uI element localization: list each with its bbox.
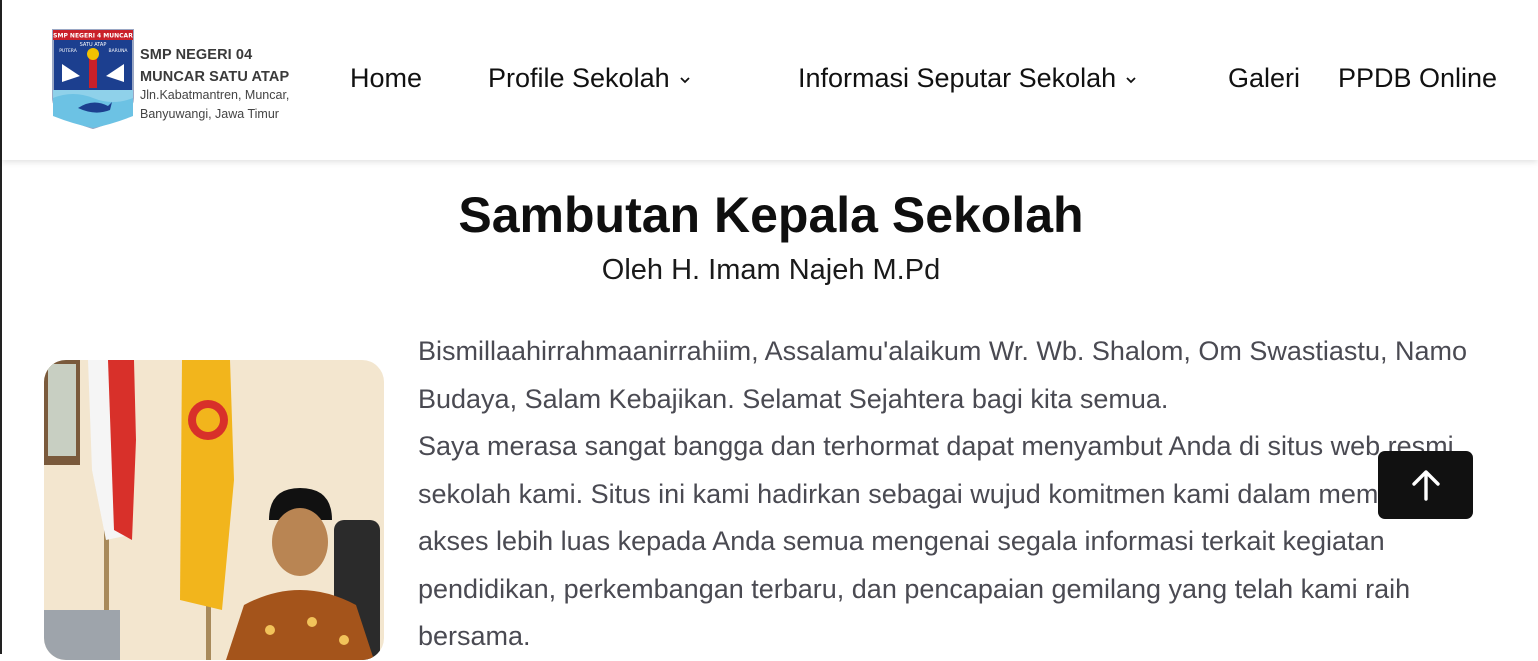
nav-ppdb-label: PPDB Online [1338,63,1498,93]
logo-top-text: SMP NEGERI 4 MUNCAR [53,33,133,40]
nav-profile-sekolah-label: Profile Sekolah [488,63,670,93]
scroll-to-top-button[interactable] [1378,451,1473,519]
address-line2: Banyuwangi, Jawa Timur [140,107,279,121]
welcome-message: Bismillaahirrahmaanirrahiim, Assalamu'al… [418,328,1518,661]
school-logo-icon[interactable]: SMP NEGERI 4 MUNCAR SATU ATAP PUTERA BAR… [50,28,136,130]
nav-ppdb-online[interactable]: PPDB Online [1338,60,1497,96]
welcome-paragraph-2: Saya merasa sangat bangga dan terhormat … [418,431,1467,651]
page-title: Sambutan Kepala Sekolah [458,187,1084,243]
school-name: SMP NEGERI 04 MUNCAR SATU ATAP [140,44,289,88]
school-name-line1: SMP NEGERI 04 [140,47,253,63]
arrow-up-icon [1411,470,1440,501]
logo-left-word: PUTERA [59,48,78,54]
nav-informasi-seputar-sekolah[interactable]: Informasi Seputar Sekolah [798,60,1138,96]
nav-informasi-label: Informasi Seputar Sekolah [798,63,1117,93]
principal-photo-image [44,360,384,660]
nav-home[interactable]: Home [350,60,422,96]
welcome-paragraph-1: Bismillaahirrahmaanirrahiim, Assalamu'al… [418,336,1467,414]
school-address: Jln.Kabatmantren, Muncar, Banyuwangi, Ja… [140,86,289,124]
chevron-down-icon [1126,77,1136,84]
nav-galeri-label: Galeri [1228,63,1301,93]
nav-galeri[interactable]: Galeri [1228,60,1300,96]
site-header: SMP NEGERI 4 MUNCAR SATU ATAP PUTERA BAR… [2,0,1538,160]
page-subtitle: Oleh H. Imam Najeh M.Pd [601,254,941,286]
principal-photo [44,360,384,660]
chevron-down-icon [679,77,690,84]
logo-right-word: BARUNA [108,48,128,54]
logo-sub-text: SATU ATAP [80,42,107,48]
nav-home-label: Home [350,63,423,93]
address-line1: Jln.Kabatmantren, Muncar, [140,88,290,102]
nav-profile-sekolah[interactable]: Profile Sekolah [488,60,692,96]
school-name-line2: MUNCAR SATU ATAP [140,69,290,85]
